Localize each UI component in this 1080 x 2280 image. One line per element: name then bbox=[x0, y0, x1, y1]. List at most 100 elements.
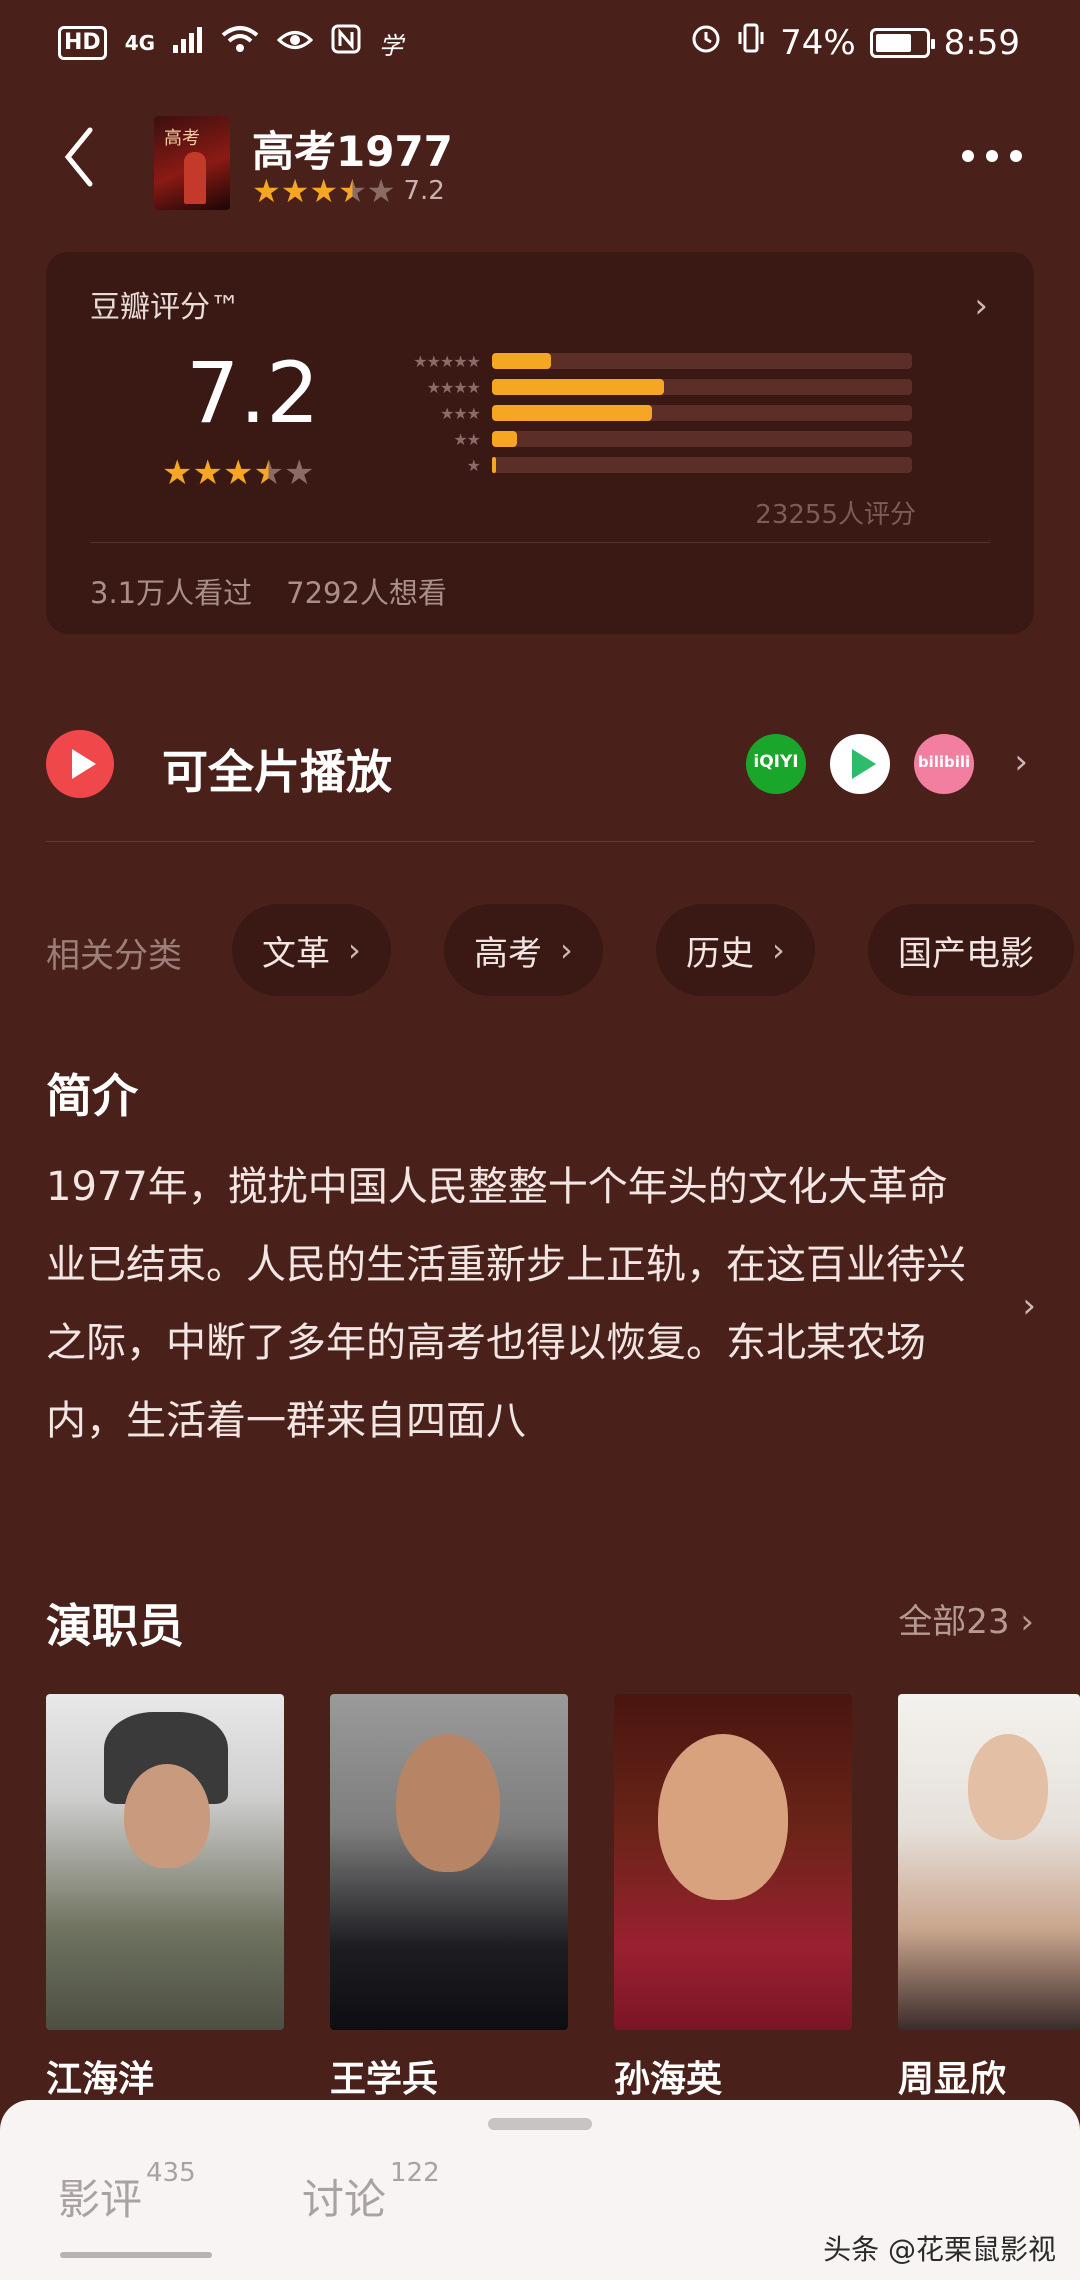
distribution-row: ★★★ bbox=[376, 400, 912, 426]
distribution-bar bbox=[492, 353, 551, 369]
distribution-stars: ★★ bbox=[453, 429, 481, 449]
cast-card[interactable]: 王学兵 bbox=[330, 1694, 568, 2102]
header: 高考 高考1977 ★ ★ ★ ★ ★ 7.2 bbox=[0, 92, 1080, 234]
category-chip[interactable]: 历史 › bbox=[656, 904, 815, 996]
cast-name: 周显欣 bbox=[898, 2059, 1007, 2100]
rating-stars: ★ ★ ★ ★ ★ bbox=[162, 456, 314, 490]
header-score: 7.2 bbox=[403, 176, 445, 206]
tab-discussion[interactable]: 讨论122 bbox=[302, 2158, 440, 2227]
category-chip[interactable]: 高考 › bbox=[444, 904, 603, 996]
battery-level bbox=[875, 33, 912, 52]
category-chip[interactable]: 文革 › bbox=[232, 904, 391, 996]
header-rating: ★ ★ ★ ★ ★ 7.2 bbox=[252, 174, 445, 208]
distribution-row: ★★★★ bbox=[376, 374, 912, 400]
chevron-right-icon: › bbox=[772, 931, 785, 969]
cast-card[interactable]: 江海洋 bbox=[46, 1694, 284, 2102]
distribution-row: ★★ bbox=[376, 426, 912, 452]
chevron-right-icon[interactable]: › bbox=[1022, 1286, 1036, 1326]
synopsis-title: 简介 bbox=[46, 1069, 138, 1123]
distribution-row: ★ bbox=[376, 452, 912, 478]
cast-card[interactable]: 周显欣 bbox=[898, 1694, 1080, 2102]
distribution-stars: ★ bbox=[466, 455, 481, 475]
dot-icon bbox=[986, 150, 998, 162]
study-app-icon: 学 bbox=[379, 31, 404, 60]
iqiyi-icon[interactable]: iQIYI bbox=[746, 734, 806, 794]
chevron-right-icon: › bbox=[974, 286, 988, 326]
distribution-bar bbox=[492, 379, 665, 395]
chevron-right-icon: › bbox=[348, 931, 361, 969]
distribution-bar-track bbox=[492, 431, 912, 447]
rating-count: 23255人评分 bbox=[755, 500, 916, 530]
watch-stats: 3.1万人看过 7292人想看 bbox=[90, 570, 447, 612]
movie-poster[interactable]: 高考 bbox=[154, 116, 230, 210]
play-icon[interactable] bbox=[46, 730, 114, 798]
battery-percent: 74% bbox=[780, 22, 856, 63]
watched-count: 3.1万人看过 bbox=[90, 576, 253, 610]
tab-reviews[interactable]: 影评435 bbox=[58, 2158, 196, 2227]
tencent-video-icon[interactable] bbox=[830, 734, 890, 794]
empty-star-icon: ★ bbox=[283, 453, 315, 493]
category-chip[interactable]: 国产电影 bbox=[868, 904, 1074, 996]
play-row[interactable]: 可全片播放 iQIYI bilibili › bbox=[46, 700, 1034, 842]
distribution-stars: ★★★★★ bbox=[413, 351, 481, 371]
status-bar: HD 4G 学 74% 8:59 bbox=[0, 0, 1080, 92]
star-icon: ★ bbox=[280, 172, 310, 210]
nfc-icon bbox=[331, 24, 361, 62]
distribution-bar-track bbox=[492, 457, 912, 473]
eye-icon bbox=[276, 26, 314, 61]
bottom-sheet[interactable]: 影评435 讨论122 头条 @花栗鼠影视 bbox=[0, 2100, 1080, 2280]
page-title: 高考1977 bbox=[252, 127, 453, 176]
half-star-icon: ★ bbox=[253, 453, 284, 493]
distribution-bar-track bbox=[492, 353, 912, 369]
chevron-right-icon: › bbox=[1020, 1602, 1034, 1642]
network-4g-icon: 4G bbox=[124, 31, 156, 55]
play-label: 可全片播放 bbox=[162, 745, 392, 799]
cast-title: 演职员 bbox=[46, 1599, 184, 1653]
synopsis-text[interactable]: 1977年，搅扰中国人民整整十个年头的文化大革命业已结束。人民的生活重新步上正轨… bbox=[46, 1148, 976, 1460]
more-options-button[interactable] bbox=[962, 150, 1022, 162]
categories-label: 相关分类 bbox=[46, 936, 182, 976]
back-button[interactable] bbox=[56, 122, 106, 192]
vibrate-icon bbox=[736, 22, 766, 63]
back-arrow-icon bbox=[64, 127, 93, 187]
wifi-icon bbox=[221, 25, 259, 61]
star-icon: ★ bbox=[252, 172, 281, 210]
status-right: 74% 8:59 bbox=[690, 22, 1020, 63]
chevron-right-icon: › bbox=[560, 931, 573, 969]
star-icon: ★ bbox=[222, 453, 254, 493]
divider bbox=[90, 542, 990, 543]
clock: 8:59 bbox=[943, 22, 1020, 63]
dot-icon bbox=[1010, 150, 1022, 162]
status-left: HD 4G 学 bbox=[58, 24, 403, 62]
distribution-bar bbox=[492, 405, 652, 421]
reviews-count: 435 bbox=[146, 2158, 196, 2188]
rating-score: 7.2 bbox=[186, 344, 320, 442]
hd-indicator: HD bbox=[58, 26, 107, 60]
rating-label: 豆瓣评分™ bbox=[90, 290, 240, 325]
active-tab-indicator bbox=[60, 2252, 212, 2258]
half-star-icon: ★ bbox=[338, 172, 367, 210]
cast-name: 王学兵 bbox=[330, 2059, 439, 2100]
related-categories: 相关分类 文革 › 高考 › 历史 › 国产电影 bbox=[46, 904, 1080, 996]
douban-rating-card[interactable]: 豆瓣评分™ › 7.2 ★ ★ ★ ★ ★ ★★★★★ ★★★★ ★★★ ★★ ★ 23… bbox=[46, 252, 1034, 634]
distribution-bar-track bbox=[492, 379, 912, 395]
star-icon: ★ bbox=[192, 453, 223, 493]
poster-calligraphy: 高考 bbox=[164, 128, 200, 149]
drag-handle[interactable] bbox=[488, 2118, 592, 2130]
distribution-row: ★★★★★ bbox=[376, 348, 912, 374]
cast-card[interactable]: 孙海英 bbox=[614, 1694, 852, 2102]
distribution-bar bbox=[492, 431, 518, 447]
cast-name: 孙海英 bbox=[614, 2059, 723, 2100]
alarm-icon bbox=[690, 22, 722, 63]
bilibili-icon[interactable]: bilibili bbox=[914, 734, 974, 794]
distribution-stars: ★★★ bbox=[439, 403, 481, 423]
poster-figure bbox=[184, 152, 206, 204]
discussion-count: 122 bbox=[390, 2158, 440, 2188]
cast-photo bbox=[898, 1694, 1080, 2030]
want-to-watch-count: 7292人想看 bbox=[286, 576, 447, 610]
dot-icon bbox=[962, 150, 974, 162]
cast-all-link[interactable]: 全部23 › bbox=[898, 1594, 1034, 1643]
cast-photo bbox=[46, 1694, 284, 2030]
cast-list: 江海洋 王学兵 孙海英 周显欣 bbox=[46, 1694, 1080, 2100]
rating-distribution: ★★★★★ ★★★★ ★★★ ★★ ★ bbox=[376, 348, 912, 478]
